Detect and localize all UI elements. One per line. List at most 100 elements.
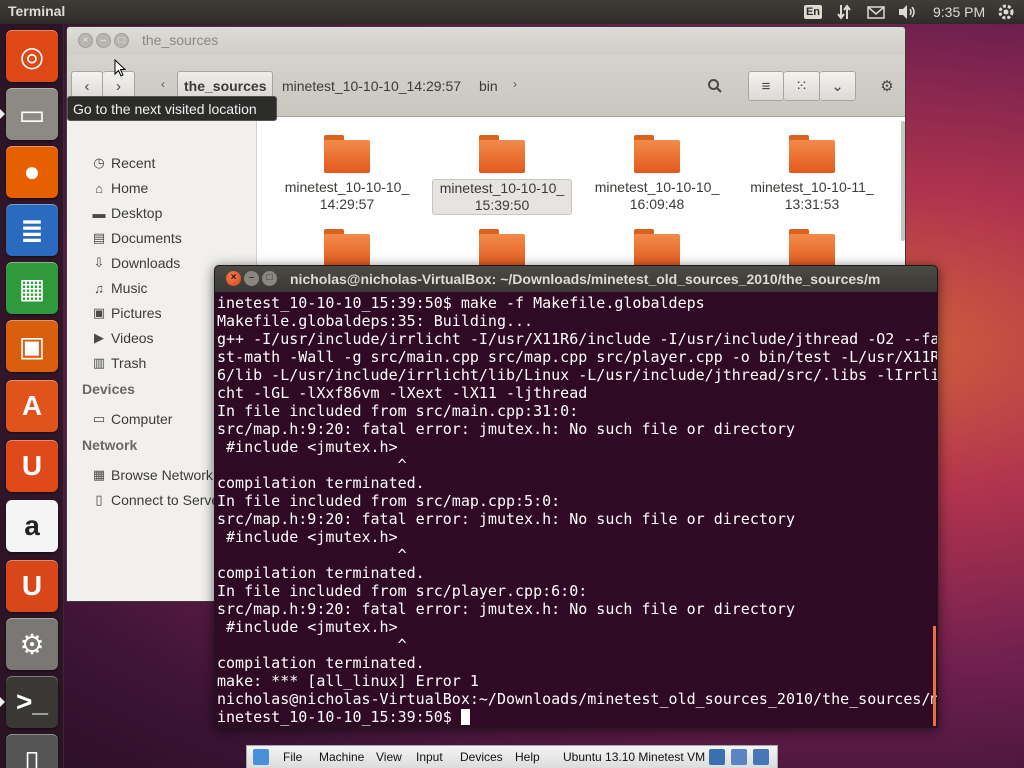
menu-machine[interactable]: Machine	[319, 750, 364, 764]
scale-icon[interactable]	[753, 749, 769, 765]
sidebar-item-label: Downloads	[111, 255, 181, 271]
folder-icon	[479, 135, 525, 173]
folder-item[interactable]: minetest_10-10-10_ 15:39:50	[432, 135, 572, 215]
sidebar-item-computer[interactable]: ▭ Computer	[91, 409, 173, 429]
calc-icon[interactable]: ▦	[6, 262, 58, 314]
maximize-icon[interactable]: □	[114, 33, 129, 48]
breadcrumb-left-arrow-icon[interactable]: ‹	[161, 77, 165, 91]
terminal-scrollbar[interactable]	[933, 626, 936, 726]
pictures-icon: ▣	[92, 305, 106, 320]
trash-icon[interactable]: ▯	[6, 734, 58, 768]
search-button[interactable]	[697, 71, 733, 101]
maximize-icon[interactable]: □	[262, 271, 277, 286]
vm-name: Ubuntu 13.10 Minetest VM	[563, 750, 706, 764]
breadcrumb-bin[interactable]: bin	[473, 71, 504, 101]
firefox-icon[interactable]: ●	[6, 146, 58, 198]
sidebar-item-browse-network[interactable]: ▦ Browse Network	[91, 465, 213, 485]
sound-icon[interactable]	[896, 2, 918, 22]
launcher-glyph: ▯	[24, 744, 40, 768]
folder-icon	[789, 229, 835, 267]
mail-icon[interactable]	[865, 2, 887, 22]
sidebar-header-devices: Devices	[82, 381, 135, 397]
top-panel: Terminal En 9:35 PM	[0, 0, 1024, 24]
sidebar-item-pictures[interactable]: ▣ Pictures	[91, 303, 162, 323]
ubuntu-one-icon[interactable]: U	[6, 440, 58, 492]
network-icon[interactable]	[834, 2, 854, 22]
writer-icon[interactable]: ≣	[6, 204, 58, 256]
sidebar-item-recent[interactable]: ◷ Recent	[91, 153, 155, 173]
chevron-left-icon: ‹	[84, 77, 90, 95]
terminal-line: nicholas@nicholas-VirtualBox:~/Downloads…	[217, 690, 938, 708]
virtualbox-icon[interactable]	[253, 749, 269, 765]
close-icon[interactable]: ×	[78, 33, 93, 48]
folder-label: minetest_10-10-10_ 16:09:48	[587, 179, 727, 213]
folder-icon	[634, 135, 680, 173]
menu-help[interactable]: Help	[515, 750, 540, 764]
system-settings-icon[interactable]: ⚙	[6, 618, 58, 670]
videos-icon: ▶	[94, 330, 104, 345]
menu-view[interactable]: View	[376, 750, 402, 764]
sidebar-item-label: Documents	[111, 230, 182, 246]
folder-label-line: 16:09:48	[629, 196, 685, 212]
running-indicator	[0, 109, 5, 119]
menu-devices[interactable]: Devices	[460, 750, 503, 764]
virtualbox-menubar: File Machine View Input Devices Help Ubu…	[246, 745, 778, 768]
launcher-glyph: ●	[23, 156, 41, 187]
sidebar-item-desktop[interactable]: ▬ Desktop	[91, 203, 163, 223]
files-icon[interactable]: ▭	[6, 88, 58, 140]
clock[interactable]: 9:35 PM	[933, 4, 985, 20]
sidebar-item-documents[interactable]: ▤ Documents	[91, 228, 182, 248]
amazon-icon[interactable]: a	[6, 500, 58, 552]
impress-icon[interactable]: ▣	[6, 320, 58, 372]
list-view-button[interactable]: ≡	[748, 71, 784, 101]
launcher-glyph: ≣	[20, 214, 44, 246]
terminal-line: inetest_10-10-10_15:39:50$ make -f Makef…	[217, 294, 705, 312]
launcher-glyph: ▣	[18, 330, 46, 362]
folder-label-line: minetest_10-10-10_	[284, 179, 410, 195]
grid-icon: ⁙	[795, 78, 808, 95]
folder-item[interactable]: minetest_10-10-10_ 16:09:48	[587, 135, 727, 213]
launcher-glyph: ▦	[18, 272, 46, 304]
sidebar-item-connect-to-server[interactable]: ▯ Connect to Server	[91, 490, 224, 510]
sidebar-item-label: Connect to Server	[111, 492, 224, 508]
close-icon[interactable]: ×	[226, 271, 241, 286]
menu-input[interactable]: Input	[416, 750, 443, 764]
terminal-line: g++ -I/usr/include/irrlicht -I/usr/X11R6…	[217, 330, 938, 348]
seamless-icon[interactable]	[731, 749, 747, 765]
breadcrumb-minetest[interactable]: minetest_10-10-10_14:29:57	[276, 71, 467, 101]
gear-icon[interactable]	[994, 2, 1018, 22]
keyboard-layout-indicator[interactable]: En	[803, 2, 823, 22]
terminal-output[interactable]: inetest_10-10-10_15:39:50$ make -f Makef…	[216, 294, 938, 727]
minimize-icon[interactable]: –	[244, 271, 259, 286]
launcher: ◎ ▭ ● ≣ ▦ ▣ A Ua U ⚙ >_ ▯	[0, 24, 64, 768]
settings-button[interactable]: ⚙	[871, 71, 903, 101]
terminal-line: compilation terminated.	[217, 654, 425, 672]
terminal-icon[interactable]: >_	[6, 676, 58, 728]
folder-item[interactable]: minetest_10-10-11_ 13:31:53	[742, 135, 882, 213]
software-center-icon[interactable]: A	[6, 380, 58, 432]
terminal-line: compilation terminated.	[217, 564, 425, 582]
ubuntu-dash-icon[interactable]: ◎	[6, 30, 58, 82]
downloads-icon: ⇩	[93, 255, 105, 270]
sidebar-item-music[interactable]: ♫ Music	[91, 278, 147, 298]
terminal-line: src/map.h:9:20: fatal error: jmutex.h: N…	[217, 510, 795, 528]
sidebar-item-videos[interactable]: ▶ Videos	[91, 328, 154, 348]
terminal-titlebar[interactable]: × – □ nicholas@nicholas-VirtualBox: ~/Do…	[215, 266, 937, 292]
sidebar-item-trash[interactable]: ▥ Trash	[91, 353, 146, 373]
folder-label-line: 15:39:50	[474, 197, 530, 213]
minimize-icon[interactable]: –	[96, 33, 111, 48]
terminal-window[interactable]: × – □ nicholas@nicholas-VirtualBox: ~/Do…	[214, 265, 938, 728]
launcher-glyph: >_	[16, 686, 48, 717]
scrollbar[interactable]	[901, 121, 905, 241]
grid-view-button[interactable]: ⁙	[784, 71, 820, 101]
fullscreen-icon[interactable]	[709, 749, 725, 765]
sidebar-item-downloads[interactable]: ⇩ Downloads	[91, 253, 181, 273]
folder-icon	[324, 135, 370, 173]
menu-file[interactable]: File	[283, 750, 302, 764]
view-options-button[interactable]: ⌄	[820, 71, 856, 101]
breadcrumb-right-arrow-icon[interactable]: ›	[513, 77, 517, 91]
server-icon: ▯	[95, 492, 103, 507]
folder-item[interactable]: minetest_10-10-10_ 14:29:57	[277, 135, 417, 213]
sidebar-item-home[interactable]: ⌂ Home	[91, 178, 148, 198]
ubuntu-one-music-icon[interactable]: U	[6, 560, 58, 612]
